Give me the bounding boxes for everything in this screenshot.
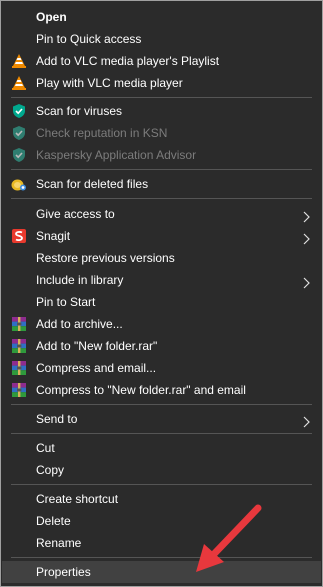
chevron-right-icon bbox=[301, 208, 311, 223]
menu-item-add-archive[interactable]: Add to archive... bbox=[2, 313, 321, 335]
menu-item-rename[interactable]: Rename bbox=[2, 532, 321, 554]
menu-item-label: Pin to Start bbox=[36, 295, 96, 309]
menu-item-label: Snagit bbox=[36, 229, 71, 243]
menu-item-check-reputation[interactable]: Check reputation in KSN bbox=[2, 122, 321, 144]
menu-item-label: Open bbox=[36, 10, 67, 24]
menu-item-vlc-playlist[interactable]: Add to VLC media player's Playlist bbox=[2, 50, 321, 72]
menu-item-label: Pin to Quick access bbox=[36, 32, 142, 46]
vlc-cone-icon bbox=[11, 53, 27, 69]
chevron-right-icon bbox=[301, 230, 311, 245]
menu-item-label: Properties bbox=[36, 565, 91, 579]
menu-item-send-to[interactable]: Send to bbox=[2, 408, 321, 430]
menu-separator bbox=[11, 97, 312, 98]
menu-item-add-named-rar[interactable]: Add to "New folder.rar" bbox=[2, 335, 321, 357]
menu-item-label: Scan for viruses bbox=[36, 104, 123, 118]
vlc-cone-icon bbox=[11, 75, 27, 91]
menu-item-open[interactable]: Open bbox=[2, 6, 321, 28]
menu-separator bbox=[11, 404, 312, 405]
menu-item-cut[interactable]: Cut bbox=[2, 437, 321, 459]
menu-item-label: Cut bbox=[36, 441, 55, 455]
winrar-icon bbox=[11, 360, 27, 376]
menu-item-snagit[interactable]: Snagit bbox=[2, 225, 321, 247]
menu-item-label: Add to archive... bbox=[36, 317, 123, 331]
menu-separator bbox=[11, 198, 312, 199]
menu-item-label: Check reputation in KSN bbox=[36, 126, 168, 140]
menu-separator bbox=[11, 169, 312, 170]
menu-item-label: Scan for deleted files bbox=[36, 177, 149, 191]
context-menu: Open Pin to Quick access Add to VLC medi… bbox=[0, 0, 323, 587]
menu-item-compress-email[interactable]: Compress and email... bbox=[2, 357, 321, 379]
chevron-right-icon bbox=[301, 274, 311, 289]
menu-item-label: Give access to bbox=[36, 207, 115, 221]
menu-item-delete[interactable]: Delete bbox=[2, 510, 321, 532]
menu-item-kaspersky-advisor[interactable]: Kaspersky Application Advisor bbox=[2, 144, 321, 166]
menu-separator bbox=[11, 433, 312, 434]
menu-item-label: Restore previous versions bbox=[36, 251, 175, 265]
menu-item-pin-quick-access[interactable]: Pin to Quick access bbox=[2, 28, 321, 50]
menu-item-label: Play with VLC media player bbox=[36, 76, 183, 90]
menu-item-label: Add to "New folder.rar" bbox=[36, 339, 158, 353]
menu-item-scan-viruses[interactable]: Scan for viruses bbox=[2, 100, 321, 122]
menu-item-scan-deleted[interactable]: Scan for deleted files bbox=[2, 173, 321, 195]
menu-item-label: Copy bbox=[36, 463, 65, 477]
winrar-icon bbox=[11, 338, 27, 354]
menu-item-include-library[interactable]: Include in library bbox=[2, 269, 321, 291]
winrar-icon bbox=[11, 316, 27, 332]
menu-item-compress-named-email[interactable]: Compress to "New folder.rar" and email bbox=[2, 379, 321, 401]
menu-item-label: Delete bbox=[36, 514, 71, 528]
winrar-icon bbox=[11, 382, 27, 398]
menu-item-label: Compress to "New folder.rar" and email bbox=[36, 383, 246, 397]
menu-item-create-shortcut[interactable]: Create shortcut bbox=[2, 488, 321, 510]
chevron-right-icon bbox=[301, 413, 311, 428]
menu-item-copy[interactable]: Copy bbox=[2, 459, 321, 481]
kaspersky-shield-icon bbox=[11, 125, 27, 141]
menu-item-pin-start[interactable]: Pin to Start bbox=[2, 291, 321, 313]
menu-item-label: Add to VLC media player's Playlist bbox=[36, 54, 220, 68]
menu-item-give-access[interactable]: Give access to bbox=[2, 203, 321, 225]
menu-item-vlc-play[interactable]: Play with VLC media player bbox=[2, 72, 321, 94]
menu-item-label: Kaspersky Application Advisor bbox=[36, 148, 197, 162]
menu-item-label: Compress and email... bbox=[36, 361, 157, 375]
menu-item-properties[interactable]: Properties bbox=[2, 561, 321, 583]
red-arrow-icon bbox=[190, 500, 270, 580]
menu-item-label: Include in library bbox=[36, 273, 124, 287]
menu-item-label: Rename bbox=[36, 536, 82, 550]
file-recovery-icon bbox=[11, 176, 27, 192]
kaspersky-shield-icon bbox=[11, 103, 27, 119]
kaspersky-shield-icon bbox=[11, 147, 27, 163]
snagit-icon bbox=[11, 228, 27, 244]
menu-item-label: Send to bbox=[36, 412, 78, 426]
menu-item-label: Create shortcut bbox=[36, 492, 119, 506]
menu-item-restore-versions[interactable]: Restore previous versions bbox=[2, 247, 321, 269]
menu-separator bbox=[11, 484, 312, 485]
